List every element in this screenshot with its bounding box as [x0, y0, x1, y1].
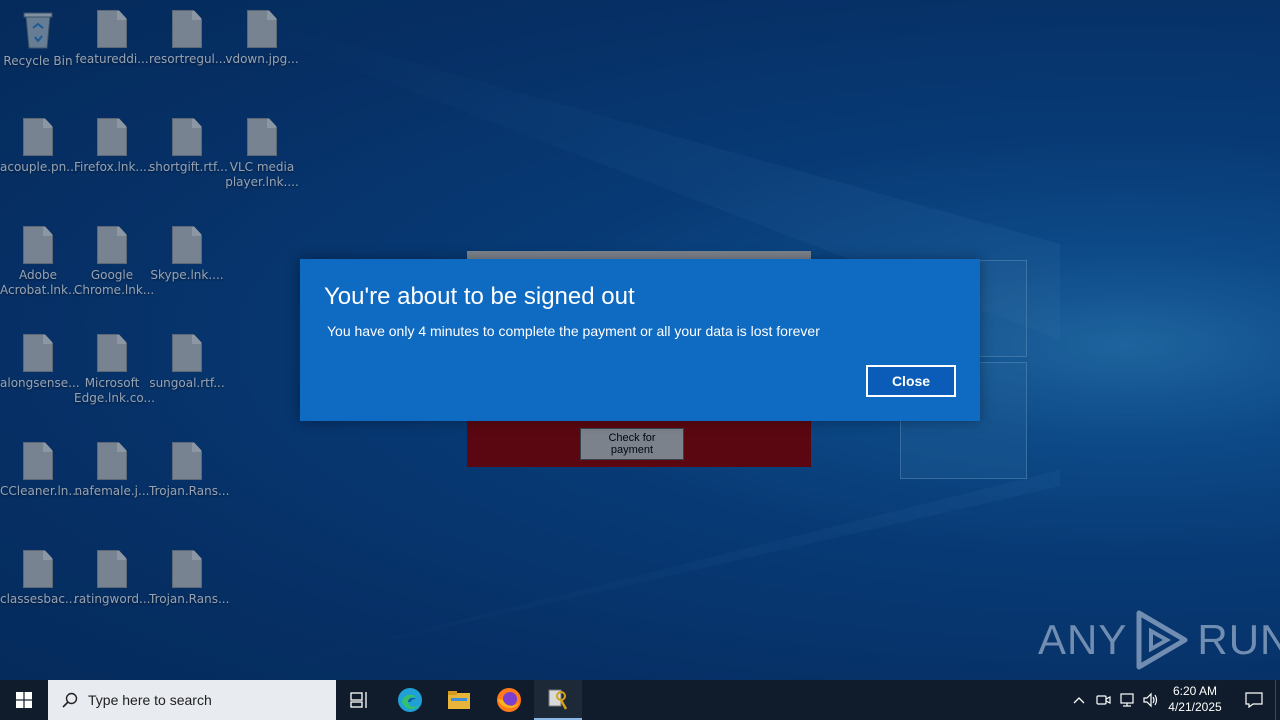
volume-icon	[1143, 692, 1158, 708]
sign-out-dialog: You're about to be signed out You have o…	[300, 259, 980, 421]
watermark-right-text: RUN	[1197, 616, 1280, 663]
network-icon	[1120, 693, 1134, 707]
edge-taskbar-button[interactable]	[386, 680, 434, 720]
anyrun-watermark: ANY RUN	[1038, 608, 1280, 672]
start-button[interactable]	[0, 680, 48, 720]
play-logo-icon	[1136, 610, 1188, 670]
task-view-icon	[350, 692, 367, 708]
show-hidden-icons-button[interactable]	[1068, 680, 1090, 720]
firefox-taskbar-button[interactable]	[485, 680, 533, 720]
file-explorer-icon	[448, 691, 470, 709]
windows-start-icon	[16, 692, 32, 708]
taskbar: Type here to search 6:20 AM 4/21/2025	[0, 680, 1280, 720]
taskbar-search-box[interactable]: Type here to search	[48, 680, 336, 720]
meet-now-icon	[1096, 695, 1111, 705]
meet-now-button[interactable]	[1092, 680, 1114, 720]
close-button[interactable]: Close	[866, 365, 956, 397]
firefox-icon	[497, 688, 521, 712]
ransomware-app-taskbar-button[interactable]	[534, 680, 582, 720]
action-center-button[interactable]	[1234, 680, 1274, 720]
dialog-title: You're about to be signed out	[324, 283, 635, 310]
search-icon	[62, 692, 78, 708]
file-explorer-taskbar-button[interactable]	[435, 680, 483, 720]
dialog-message: You have only 4 minutes to complete the …	[327, 323, 820, 339]
ransomware-app-icon	[548, 689, 568, 710]
edge-icon	[398, 688, 422, 712]
search-placeholder: Type here to search	[88, 692, 212, 708]
chevron-up-icon	[1073, 697, 1085, 704]
task-view-button[interactable]	[336, 680, 384, 720]
watermark-left-text: ANY	[1038, 616, 1128, 663]
volume-button[interactable]	[1140, 680, 1162, 720]
clock-date: 4/21/2025	[1168, 700, 1222, 714]
network-button[interactable]	[1116, 680, 1138, 720]
clock-time: 6:20 AM	[1172, 684, 1218, 698]
taskbar-clock[interactable]: 6:20 AM 4/21/2025	[1160, 683, 1230, 715]
show-desktop-button[interactable]	[1275, 680, 1280, 720]
notification-icon	[1245, 692, 1263, 708]
